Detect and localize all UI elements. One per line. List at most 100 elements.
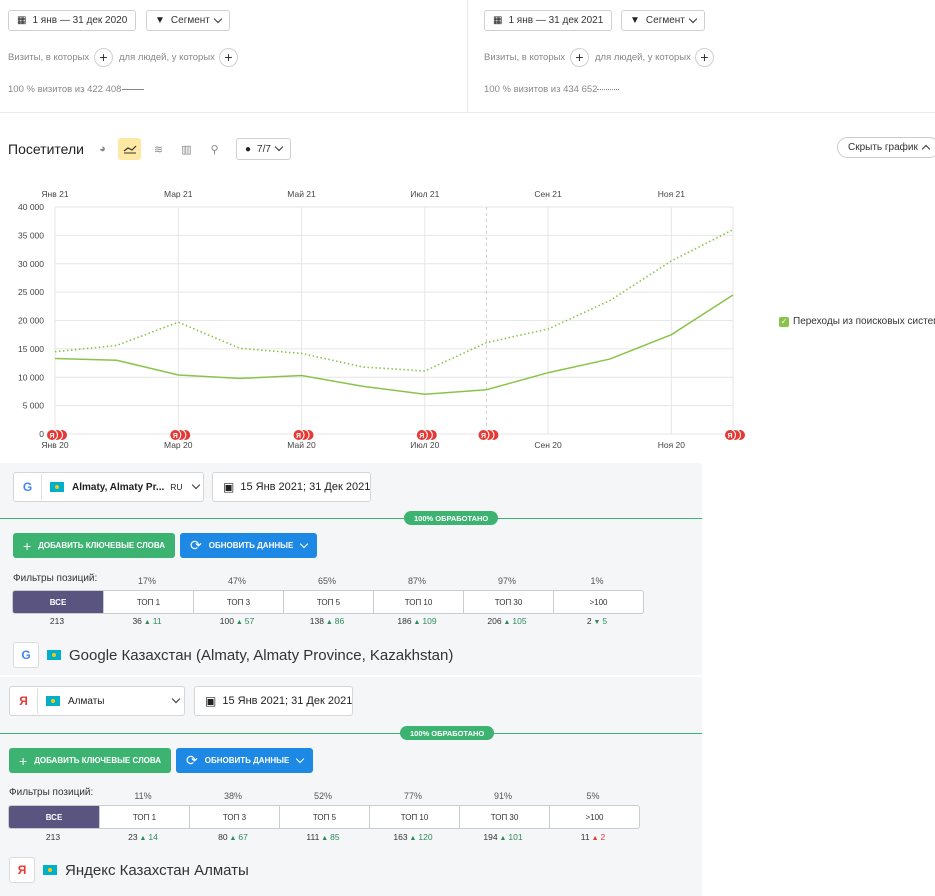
yandex-icon: Я xyxy=(9,857,35,883)
filter-tab[interactable]: ВСЕ xyxy=(13,591,103,613)
pie-chart-icon: ◕ xyxy=(99,143,106,155)
series-selector[interactable]: ● 7/7 xyxy=(236,138,291,160)
series-line-2020 xyxy=(54,294,734,396)
filter-icon: ▼ xyxy=(630,15,640,26)
bar-chart-button[interactable]: ▥ xyxy=(175,138,198,160)
filter-count: 186 ▲ 109 xyxy=(372,616,462,626)
arrow-down-icon: ▼ xyxy=(591,619,603,626)
left-add-people-condition-button[interactable]: + xyxy=(219,48,238,67)
filter-count: 206 ▲ 105 xyxy=(462,616,552,626)
yandex-location-select[interactable]: Я Алматы xyxy=(9,686,185,716)
filter-tab[interactable]: ТОП 3 xyxy=(193,591,283,613)
left-date-range-button[interactable]: ▦ 1 янв — 31 дек 2020 xyxy=(8,10,137,31)
right-add-visits-condition-button[interactable]: + xyxy=(570,48,589,67)
chevron-down-icon xyxy=(688,14,698,23)
count-value: 213 xyxy=(45,832,61,842)
right-segment-button[interactable]: ▼ Сегмент xyxy=(621,10,705,31)
position-filter-tabs: ВСЕ ТОП 1 ТОП 3 ТОП 5 ТОП 10 ТОП 30 >100 xyxy=(12,590,644,614)
left-segment-button[interactable]: ▼ Сегмент xyxy=(146,10,230,31)
filter-tab[interactable]: ТОП 5 xyxy=(279,806,369,828)
annotation-marker[interactable]: Я xyxy=(477,429,500,441)
google-date-range-select[interactable]: ▣ 15 Янв 2021; 31 Дек 2021 xyxy=(212,472,371,502)
annotation-mark: Я xyxy=(727,433,732,440)
annotation-mark: Я xyxy=(481,433,486,440)
annotation-marker[interactable]: Я xyxy=(415,429,438,441)
y-tick-label: 15 000 xyxy=(18,344,44,354)
annotation-marker[interactable]: Я xyxy=(46,429,68,441)
count-value: 100 xyxy=(219,616,234,626)
map-button[interactable]: ⚲ xyxy=(203,138,226,160)
filter-icon: ▼ xyxy=(155,15,165,26)
google-panel: G Almaty, Almaty Pr... RU ▣ 15 Янв 2021;… xyxy=(0,463,702,675)
filter-tab[interactable]: ТОП 10 xyxy=(369,806,459,828)
filter-count: 194 ▲ 101 xyxy=(458,832,548,842)
arrow-up-icon: ▲ xyxy=(319,835,331,842)
engine-title: Google Казахстан (Almaty, Almaty Provinc… xyxy=(69,646,454,664)
y-tick-label: 0 xyxy=(39,429,44,439)
line-chart-icon xyxy=(123,145,136,154)
progress-line xyxy=(0,518,702,519)
x-top-tick-label: Сен 21 xyxy=(534,189,562,199)
right-date-range-button[interactable]: ▦ 1 янв — 31 дек 2021 xyxy=(484,10,613,31)
kazakhstan-flag-icon xyxy=(43,865,57,875)
delta-value: 57 xyxy=(244,616,255,626)
line-chart-button[interactable] xyxy=(118,138,141,160)
filter-tab[interactable]: ВСЕ xyxy=(9,806,99,828)
pie-chart-button[interactable]: ◕ xyxy=(91,138,114,160)
delta-value: 109 xyxy=(422,616,437,626)
refresh-data-button[interactable]: ⟳ ОБНОВИТЬ ДАННЫЕ xyxy=(176,748,314,773)
delta-value: 67 xyxy=(238,832,248,842)
area-chart-button[interactable]: ≋ xyxy=(147,138,170,160)
count-value: 206 xyxy=(487,616,502,626)
filter-tab[interactable]: ТОП 10 xyxy=(373,591,463,613)
chart-legend[interactable]: ✓ Переходы из поисковых систем xyxy=(779,316,935,327)
y-tick-label: 10 000 xyxy=(18,372,44,382)
left-add-visits-condition-button[interactable]: + xyxy=(94,48,113,67)
arrow-up-icon: ▲ xyxy=(501,619,513,626)
position-filter-tabs: ВСЕ ТОП 1 ТОП 3 ТОП 5 ТОП 10 ТОП 30 >100 xyxy=(8,805,640,829)
filter-percent: 97% xyxy=(497,576,516,586)
filter-tab[interactable]: ТОП 30 xyxy=(463,591,553,613)
arrow-up-icon: ▲ xyxy=(407,835,419,842)
chevron-down-icon xyxy=(296,754,305,763)
x-bottom-tick-label: Янв 20 xyxy=(41,440,68,450)
filter-count: 213 xyxy=(12,616,102,626)
filter-tab[interactable]: ТОП 5 xyxy=(283,591,373,613)
filter-tab[interactable]: ТОП 1 xyxy=(99,806,189,828)
annotation-marker[interactable]: Я xyxy=(169,429,192,441)
right-summary: 100 % визитов из 434 652 xyxy=(484,84,598,95)
annotation-mark: Я xyxy=(296,433,301,440)
hide-chart-button[interactable]: Скрыть график xyxy=(837,137,935,158)
filter-percent: 87% xyxy=(407,576,426,586)
filter-percent: 5% xyxy=(586,791,600,801)
processed-badge: 100% ОБРАБОТАНО xyxy=(404,511,499,525)
delta-value: 105 xyxy=(512,616,527,626)
google-location-select[interactable]: G Almaty, Almaty Pr... RU xyxy=(13,472,204,502)
filter-count: 111 ▲ 85 xyxy=(278,832,368,842)
checkbox-checked-icon[interactable]: ✓ xyxy=(779,316,789,327)
engine-title: Яндекс Казахстан Алматы xyxy=(65,861,249,879)
filter-percent: 47% xyxy=(227,576,246,586)
right-add-people-condition-button[interactable]: + xyxy=(695,48,714,67)
refresh-data-button[interactable]: ⟳ ОБНОВИТЬ ДАННЫЕ xyxy=(180,533,318,558)
calendar-grid-icon: ▦ xyxy=(493,15,503,26)
yandex-engine-header: Я Яндекс Казахстан Алматы xyxy=(9,857,249,883)
filter-tab[interactable]: ТОП 30 xyxy=(459,806,549,828)
add-keywords-button[interactable]: + ДОБАВИТЬ КЛЮЧЕВЫЕ СЛОВА xyxy=(13,533,176,558)
refresh-icon: ⟳ xyxy=(186,752,198,768)
yandex-date-range-select[interactable]: ▣ 15 Янв 2021; 31 Дек 2021 xyxy=(194,686,353,716)
annotation-marker[interactable]: Я xyxy=(724,429,746,441)
filter-count: 23 ▲ 14 xyxy=(98,832,188,842)
filter-tab[interactable]: >100 xyxy=(549,806,639,828)
x-bottom-tick-label: Сен 20 xyxy=(534,440,562,450)
delta-value: 5 xyxy=(602,616,608,626)
filter-tab[interactable]: >100 xyxy=(553,591,643,613)
add-keywords-button[interactable]: + ДОБАВИТЬ КЛЮЧЕВЫЕ СЛОВА xyxy=(9,748,172,773)
filter-tab[interactable]: ТОП 3 xyxy=(189,806,279,828)
right-visits-label: Визиты, в которых xyxy=(484,52,566,63)
google-engine-header: G Google Казахстан (Almaty, Almaty Provi… xyxy=(13,642,453,668)
y-tick-label: 20 000 xyxy=(18,316,44,326)
annotation-marker[interactable]: Я xyxy=(292,429,315,441)
chevron-up-icon xyxy=(921,144,931,154)
filter-tab[interactable]: ТОП 1 xyxy=(103,591,193,613)
